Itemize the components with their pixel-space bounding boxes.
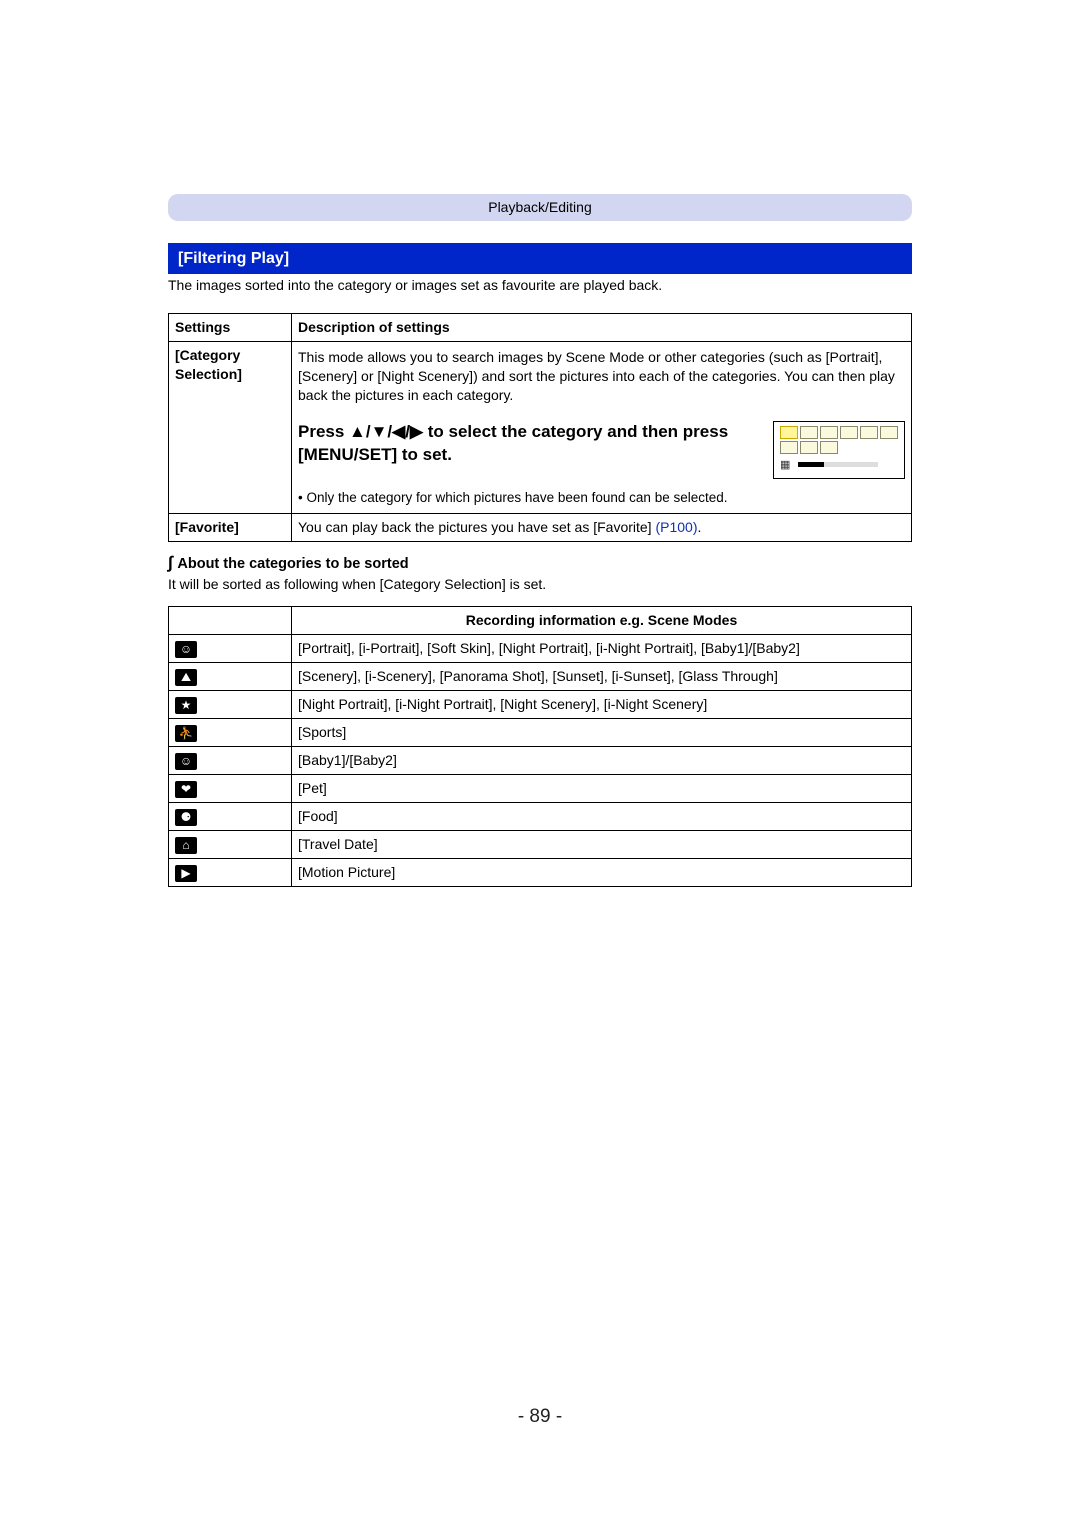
travel-date-icon: ⌂ xyxy=(175,837,197,854)
category-icon-cell: ☺ xyxy=(169,746,292,774)
page-number: - 89 - xyxy=(0,1404,1080,1430)
category-selection-instruction: Press ▲/▼/◀/▶ to select the category and… xyxy=(298,421,755,467)
categories-table: Recording information e.g. Scene Modes ☺… xyxy=(168,606,912,887)
category-icon-cell: ★ xyxy=(169,690,292,718)
intro-text: The images sorted into the category or i… xyxy=(168,276,912,295)
about-heading: About the categories to be sorted xyxy=(168,552,912,575)
category-desc-cell: [Travel Date] xyxy=(292,830,912,858)
category-icon-cell: ⛹ xyxy=(169,718,292,746)
settings-table: Settings Description of settings [Catego… xyxy=(168,313,912,542)
night-icon: ★ xyxy=(175,697,197,714)
category-desc-cell: [Portrait], [i-Portrait], [Soft Skin], [… xyxy=(292,634,912,662)
scenery-icon: ⛰ xyxy=(175,669,197,686)
category-icon-cell: ⌂ xyxy=(169,830,292,858)
category-selection-note: Only the category for which pictures hav… xyxy=(298,489,905,507)
category-icon-cell: ⚈ xyxy=(169,802,292,830)
portrait-icon: ☺ xyxy=(175,641,197,658)
favorite-label: [Favorite] xyxy=(169,514,292,542)
section-title: [Filtering Play] xyxy=(168,243,912,275)
table-row: ⛹ [Sports] xyxy=(169,718,912,746)
table-row: ❤ [Pet] xyxy=(169,774,912,802)
category-desc-cell: [Motion Picture] xyxy=(292,858,912,886)
pet-icon: ❤ xyxy=(175,781,197,798)
sd-card-icon: ▦ xyxy=(780,458,790,473)
category-selection-preview: ▦ xyxy=(773,421,905,479)
categories-head-icon xyxy=(169,606,292,634)
category-icon-cell: ☺ xyxy=(169,634,292,662)
category-desc-cell: [Food] xyxy=(292,802,912,830)
category-icon-cell: ▶ xyxy=(169,858,292,886)
breadcrumb: Playback/Editing xyxy=(168,194,912,221)
category-selection-desc: This mode allows you to search images by… xyxy=(292,342,912,514)
settings-head-settings: Settings xyxy=(169,314,292,342)
settings-head-description: Description of settings xyxy=(292,314,912,342)
motion-picture-icon: ▶ xyxy=(175,865,197,882)
category-icon-cell: ❤ xyxy=(169,774,292,802)
table-row: ⚈ [Food] xyxy=(169,802,912,830)
category-desc-cell: [Night Portrait], [i-Night Portrait], [N… xyxy=(292,690,912,718)
sports-icon: ⛹ xyxy=(175,725,197,742)
table-row: ★ [Night Portrait], [i-Night Portrait], [… xyxy=(169,690,912,718)
food-icon: ⚈ xyxy=(175,809,197,826)
favorite-desc: You can play back the pictures you have … xyxy=(292,514,912,542)
category-desc-cell: [Sports] xyxy=(292,718,912,746)
table-row: [Category Selection] This mode allows yo… xyxy=(169,342,912,514)
table-row: ☺ [Baby1]/[Baby2] xyxy=(169,746,912,774)
category-desc-cell: [Baby1]/[Baby2] xyxy=(292,746,912,774)
category-selection-description: This mode allows you to search images by… xyxy=(298,346,905,407)
manual-page: Playback/Editing [Filtering Play] The im… xyxy=(0,0,1080,1526)
table-row: ⛰ [Scenery], [i-Scenery], [Panorama Shot]… xyxy=(169,662,912,690)
favorite-reference-link[interactable]: (P100) xyxy=(655,519,697,535)
baby-icon: ☺ xyxy=(175,753,197,770)
table-row: ⌂ [Travel Date] xyxy=(169,830,912,858)
table-row: ☺ [Portrait], [i-Portrait], [Soft Skin], … xyxy=(169,634,912,662)
category-icon-cell: ⛰ xyxy=(169,662,292,690)
categories-head-desc: Recording information e.g. Scene Modes xyxy=(292,606,912,634)
table-row: ▶ [Motion Picture] xyxy=(169,858,912,886)
category-desc-cell: [Pet] xyxy=(292,774,912,802)
about-desc: It will be sorted as following when [Cat… xyxy=(168,575,912,594)
category-selection-label: [Category Selection] xyxy=(169,342,292,514)
category-desc-cell: [Scenery], [i-Scenery], [Panorama Shot],… xyxy=(292,662,912,690)
table-row: [Favorite] You can play back the picture… xyxy=(169,514,912,542)
